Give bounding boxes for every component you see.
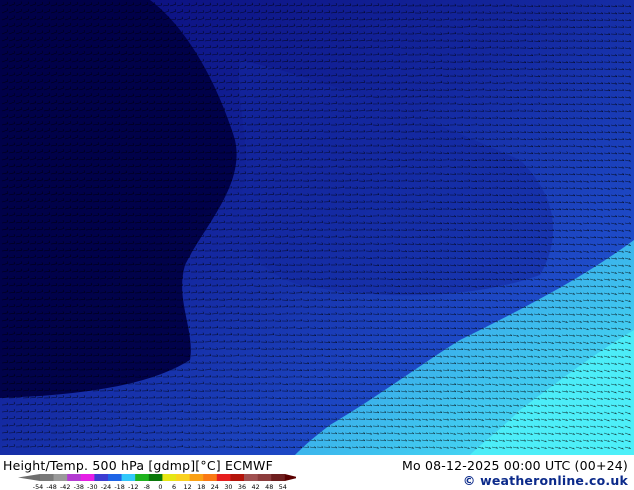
legend-swatch [108, 474, 122, 481]
legend-swatch [40, 474, 54, 481]
legend-swatch [135, 474, 150, 481]
legend-swatch [271, 474, 286, 481]
legend-swatch [257, 474, 272, 481]
legend-swatch [176, 474, 190, 481]
legend-swatch [67, 474, 82, 481]
legend-swatch [53, 474, 68, 481]
legend-swatch [148, 474, 163, 481]
legend-tick-label: -30 [87, 483, 97, 490]
legend-tick-label: -12 [128, 483, 138, 490]
legend-tick-label: -8 [144, 483, 150, 490]
legend-tick-label: -42 [60, 483, 70, 490]
legend-tick-label: 48 [265, 483, 273, 490]
legend-tick-label: -18 [114, 483, 124, 490]
map-footer: Height/Temp. 500 hPa [gdmp][°C] ECMWF Mo… [0, 455, 634, 490]
legend-swatch [244, 474, 258, 481]
legend-tick-label: 42 [252, 483, 260, 490]
color-legend: -54 -48 -42 -38 -30 -24 -18 -12 -8 0 6 12 18 24 30 36 42… [18, 474, 296, 490]
temperature-wind-map [0, 0, 634, 455]
legend-arrow-left [18, 474, 40, 481]
weather-map: Height/Temp. 500 hPa [gdmp][°C] ECMWF Mo… [0, 0, 634, 490]
legend-tick-label: 54 [279, 483, 287, 490]
legend-tick-label: 24 [211, 483, 219, 490]
legend-swatch [162, 474, 177, 481]
legend-tick-label: 30 [224, 483, 232, 490]
map-title: Height/Temp. 500 hPa [gdmp][°C] ECMWF [3, 458, 273, 473]
legend-tick-label: -48 [46, 483, 56, 490]
source-credit: © weatheronline.co.uk [462, 473, 628, 488]
legend-swatch [216, 474, 231, 481]
legend-tick-label: 18 [197, 483, 205, 490]
legend-swatch [189, 474, 204, 481]
legend-swatch [121, 474, 136, 481]
legend-tick-label: 12 [184, 483, 192, 490]
legend-swatch [94, 474, 109, 481]
legend-swatch [80, 474, 95, 481]
legend-swatch [230, 474, 245, 481]
legend-tick-label: -24 [101, 483, 111, 490]
legend-tick-label: -54 [33, 483, 43, 490]
legend-arrow-right [284, 474, 296, 481]
legend-tick-label: -38 [74, 483, 84, 490]
legend-swatch [203, 474, 218, 481]
legend-tick-label: 6 [172, 483, 176, 490]
legend-tick-label: 0 [158, 483, 162, 490]
legend-tick-label: 36 [238, 483, 246, 490]
forecast-datetime: Mo 08-12-2025 00:00 UTC (00+24) [401, 458, 628, 473]
